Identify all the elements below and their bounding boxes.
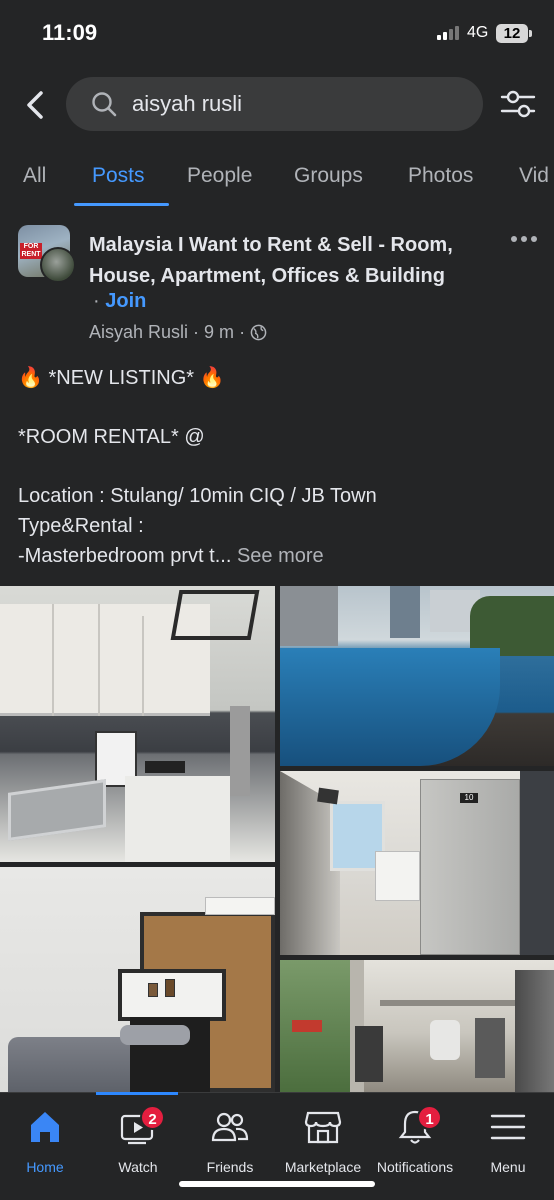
friends-icon — [211, 1112, 249, 1142]
post-text-line-3: Location : Stulang/ 10min CIQ / JB Town — [18, 485, 377, 507]
system-home-bar[interactable] — [179, 1181, 375, 1187]
nav-notifications[interactable]: 1 Notifications — [365, 1103, 465, 1175]
photo-living-room[interactable]: 10 — [280, 771, 554, 955]
join-separator: · — [93, 290, 100, 312]
back-arrow-icon — [27, 91, 43, 119]
photo-grid: 10 — [0, 586, 554, 1092]
fire-emoji: 🔥 — [18, 367, 43, 389]
nav-friends-label: Friends — [206, 1159, 254, 1175]
meta-separator: · — [239, 322, 246, 342]
see-more-link[interactable]: See more — [237, 545, 324, 567]
tab-people[interactable]: People — [187, 164, 252, 188]
active-nav-indicator — [96, 1092, 178, 1095]
tab-all[interactable]: All — [23, 164, 46, 188]
photo-kitchen[interactable] — [0, 586, 275, 862]
post-text-line-1: 🔥 *NEW LISTING* 🔥 — [18, 365, 538, 390]
network-label: 4G — [467, 24, 489, 41]
more-dots-icon — [511, 236, 537, 242]
nav-menu[interactable]: Menu — [458, 1103, 554, 1175]
photo-bedroom[interactable] — [0, 867, 275, 1092]
nav-menu-label: Menu — [490, 1159, 526, 1175]
marketplace-icon — [304, 1111, 342, 1144]
post-text-line-4: Type&Rental : — [18, 515, 144, 537]
tab-videos[interactable]: Vid — [519, 164, 549, 188]
nav-watch-label: Watch — [118, 1159, 158, 1175]
battery-icon: 12 — [496, 24, 532, 43]
post-text-line-2: *ROOM RENTAL* @ — [18, 426, 205, 448]
tab-posts[interactable]: Posts — [92, 164, 145, 188]
group-name-link[interactable]: Malaysia I Want to Rent & Sell - Room, H… — [89, 230, 499, 292]
for-rent-sign: FOR RENT — [20, 243, 42, 259]
back-button[interactable] — [18, 86, 52, 124]
globe-icon — [250, 324, 267, 341]
meta-separator: · — [193, 322, 200, 342]
photo-pool[interactable] — [280, 586, 554, 766]
signal-icon — [437, 26, 463, 40]
status-bar: 11:09 4G 12 — [0, 0, 554, 64]
photo-gym[interactable] — [280, 960, 554, 1092]
search-input[interactable] — [132, 89, 462, 119]
post-text-truncated: -Masterbedroom prvt t... — [18, 545, 232, 567]
nav-watch[interactable]: 2 Watch — [88, 1103, 188, 1175]
author-name[interactable]: Aisyah Rusli — [89, 322, 188, 343]
post-options-button[interactable] — [506, 228, 542, 250]
fridge-tag: 10 — [460, 793, 478, 803]
post-meta: Aisyah Rusli · 9 m · — [89, 322, 267, 343]
nav-friends[interactable]: Friends — [180, 1103, 280, 1175]
author-avatar[interactable] — [40, 247, 76, 283]
status-time: 11:09 — [42, 20, 98, 45]
post-time[interactable]: 9 m — [204, 322, 234, 343]
post-text-line-5: -Masterbedroom prvt t... See more — [18, 545, 538, 568]
nav-marketplace-label: Marketplace — [284, 1159, 362, 1175]
join-row: · Join — [93, 290, 146, 313]
tab-photos[interactable]: Photos — [408, 164, 473, 188]
home-icon — [31, 1112, 59, 1142]
fire-emoji: 🔥 — [199, 367, 225, 389]
search-icon — [92, 92, 117, 117]
notifications-badge: 1 — [417, 1105, 442, 1130]
menu-icon — [490, 1114, 526, 1140]
nav-home[interactable]: Home — [0, 1103, 95, 1175]
join-button[interactable]: Join — [105, 290, 146, 312]
nav-notifications-label: Notifications — [376, 1159, 454, 1175]
active-tab-indicator — [74, 203, 169, 206]
listing-title: *NEW LISTING* — [48, 367, 195, 389]
tab-groups[interactable]: Groups — [294, 164, 363, 188]
watch-badge: 2 — [140, 1105, 165, 1130]
filter-sliders-icon — [500, 90, 536, 118]
nav-home-label: Home — [26, 1159, 64, 1175]
nav-marketplace[interactable]: Marketplace — [273, 1103, 373, 1175]
search-bar[interactable] — [66, 77, 483, 131]
search-tabs: All Posts People Groups Photos Vid — [0, 150, 554, 208]
filter-button[interactable] — [498, 86, 538, 122]
